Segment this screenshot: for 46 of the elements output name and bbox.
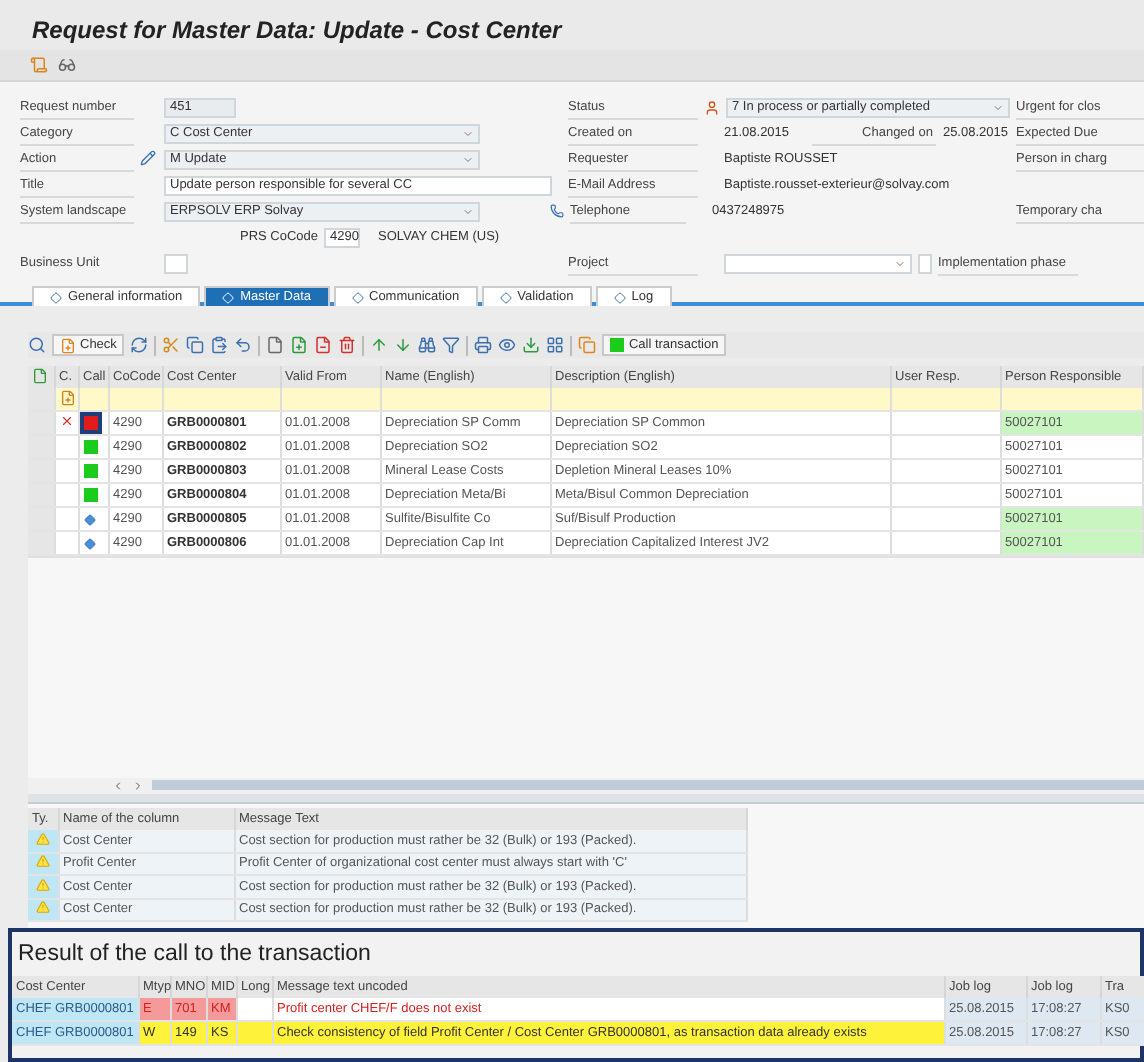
diamond-icon <box>50 291 62 303</box>
dropdown-caret-icon <box>462 127 474 139</box>
remove-row-icon[interactable] <box>314 336 333 354</box>
sort-ascending-icon[interactable] <box>370 336 389 354</box>
insert-row-icon[interactable] <box>290 336 309 354</box>
delete-icon[interactable] <box>338 336 357 354</box>
scroll-icon[interactable] <box>30 56 48 74</box>
export-icon[interactable] <box>522 336 541 354</box>
binoculars-icon[interactable] <box>418 336 437 354</box>
view-icon[interactable] <box>498 336 517 354</box>
phone-icon[interactable] <box>550 204 564 218</box>
status-light[interactable] <box>83 440 97 454</box>
search-icon[interactable] <box>28 336 46 354</box>
business-unit-field[interactable] <box>164 253 188 273</box>
scroll-right-icon[interactable] <box>132 779 144 791</box>
status-light[interactable] <box>83 464 97 478</box>
scrollbar[interactable] <box>152 780 1144 790</box>
status-light[interactable] <box>83 488 97 502</box>
print-icon[interactable] <box>474 336 493 354</box>
paste-icon[interactable] <box>210 336 229 354</box>
new-document-icon[interactable] <box>266 336 285 354</box>
diamond-icon <box>351 291 363 303</box>
person-icon <box>704 99 720 115</box>
sort-descending-icon[interactable] <box>394 336 413 354</box>
copy-icon[interactable] <box>578 336 597 354</box>
undo-icon[interactable] <box>234 336 253 354</box>
glasses-icon[interactable] <box>58 56 76 74</box>
result-title: Result of the call to the transaction <box>16 940 373 970</box>
copy-icon[interactable] <box>186 336 205 354</box>
scissors-icon[interactable] <box>162 336 181 354</box>
diamond-icon <box>222 291 235 303</box>
dropdown-caret-icon <box>894 257 906 269</box>
implementation-checkbox[interactable] <box>918 253 932 273</box>
window-title: Request for Master Data: Update - Cost Center <box>0 0 1144 50</box>
x-mark-icon <box>59 414 73 428</box>
new-row-icon <box>59 389 75 405</box>
dropdown-caret-icon <box>462 153 474 165</box>
document-icon <box>60 337 76 353</box>
refresh-icon[interactable] <box>130 336 149 354</box>
diamond-icon <box>499 291 512 303</box>
dropdown-caret-icon <box>992 101 1004 113</box>
scroll-left-icon[interactable] <box>112 779 124 791</box>
pencil-icon[interactable] <box>140 150 158 168</box>
diamond-icon <box>613 291 626 303</box>
dropdown-caret-icon <box>462 205 474 217</box>
filter-icon[interactable] <box>442 336 461 354</box>
